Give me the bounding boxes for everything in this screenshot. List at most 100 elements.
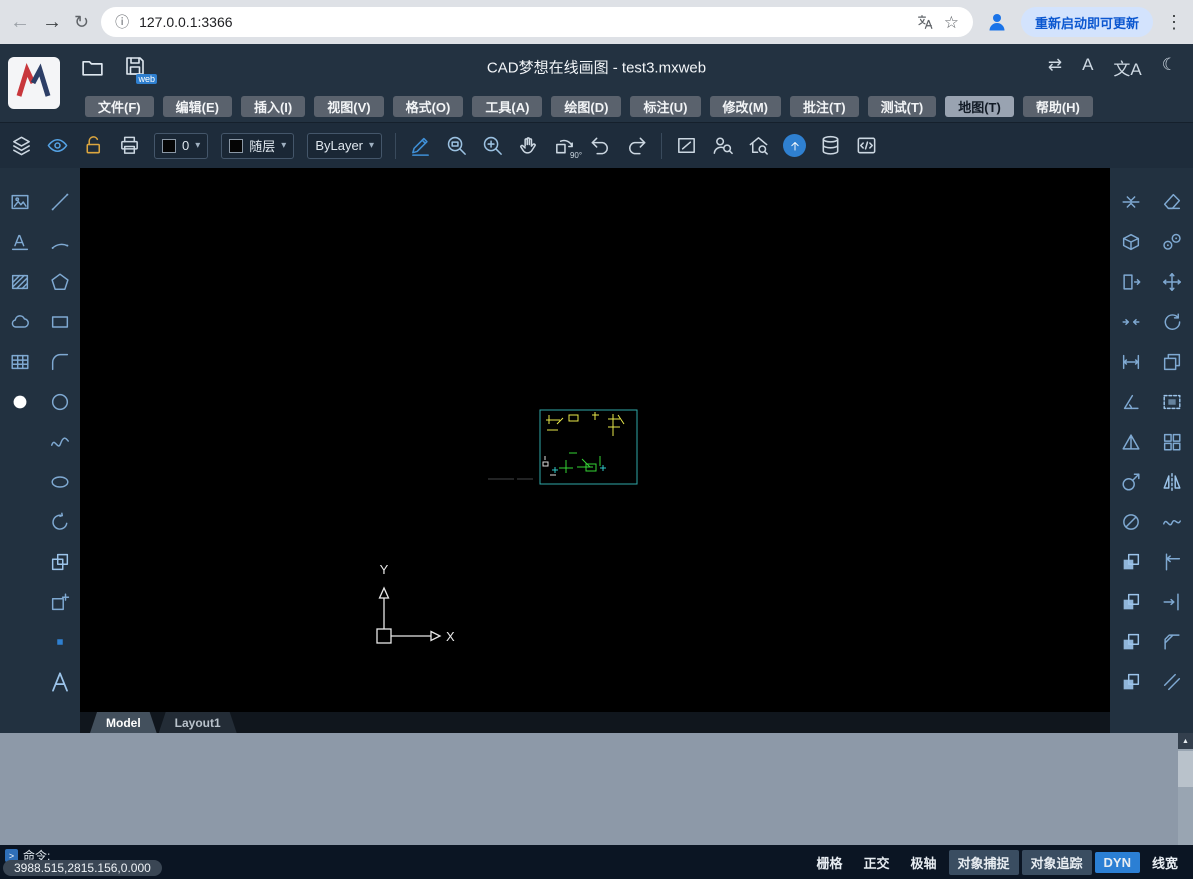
- diameter-tool[interactable]: [1115, 506, 1147, 538]
- text-style-tool[interactable]: [4, 226, 36, 258]
- scroll-up-icon[interactable]: ▲: [1178, 733, 1193, 749]
- box-3d-tool[interactable]: [1115, 226, 1147, 258]
- color-dropdown[interactable]: 随层 ▾: [221, 132, 295, 159]
- language-icon[interactable]: 文A: [1113, 55, 1141, 80]
- zoom-window-icon[interactable]: [445, 134, 468, 157]
- zoom-extents-icon[interactable]: [481, 134, 504, 157]
- back-icon[interactable]: ←: [10, 12, 30, 32]
- copy-tool[interactable]: [1156, 346, 1188, 378]
- user-search-icon[interactable]: [711, 134, 734, 157]
- move-tool[interactable]: [1156, 266, 1188, 298]
- menu-format[interactable]: 格式(O): [392, 95, 464, 117]
- open-file-icon[interactable]: [80, 55, 105, 80]
- layer-paste-tool[interactable]: [1115, 626, 1147, 658]
- insert-image-tool[interactable]: [4, 186, 36, 218]
- align-tool[interactable]: [1115, 186, 1147, 218]
- menu-help[interactable]: 帮助(H): [1022, 95, 1093, 117]
- area-tool[interactable]: [1115, 426, 1147, 458]
- menu-modify[interactable]: 修改(M): [709, 95, 781, 117]
- tab-model[interactable]: Model: [90, 712, 157, 733]
- circle-tool[interactable]: [44, 386, 76, 418]
- extend-tool[interactable]: [1156, 586, 1188, 618]
- cloud-upload-icon[interactable]: [783, 134, 807, 157]
- point-tool[interactable]: [44, 626, 76, 658]
- menu-view[interactable]: 视图(V): [314, 95, 384, 117]
- offset-tool[interactable]: [1156, 666, 1188, 698]
- compare-arrows-icon[interactable]: ⇄: [1048, 55, 1062, 80]
- print-icon[interactable]: [118, 134, 141, 157]
- table-tool[interactable]: [4, 346, 36, 378]
- layer-move-tool[interactable]: [1115, 586, 1147, 618]
- home-view-icon[interactable]: [747, 134, 770, 157]
- divide-tool[interactable]: [1156, 226, 1188, 258]
- chamfer-tool[interactable]: [1156, 626, 1188, 658]
- measure-tool[interactable]: [1115, 346, 1147, 378]
- menu-test[interactable]: 测试(T): [867, 95, 937, 117]
- arc-arrow-tool[interactable]: [44, 506, 76, 538]
- redo-icon[interactable]: [625, 134, 648, 157]
- history-scrollbar[interactable]: ▲: [1178, 733, 1193, 845]
- lock-icon[interactable]: [82, 134, 105, 157]
- dark-mode-icon[interactable]: ☾: [1162, 55, 1177, 80]
- menu-edit[interactable]: 编辑(E): [162, 95, 232, 117]
- layer-visibility-icon[interactable]: [46, 134, 69, 157]
- rotate-tool[interactable]: [1156, 306, 1188, 338]
- forward-icon[interactable]: →: [42, 12, 62, 32]
- line-tool[interactable]: [44, 186, 76, 218]
- rotate-90-button[interactable]: 90°: [553, 134, 582, 160]
- linetype-dropdown[interactable]: ByLayer ▾: [307, 132, 383, 159]
- angle-tool[interactable]: [1115, 386, 1147, 418]
- spline-tool[interactable]: [44, 426, 76, 458]
- toggle-ortho[interactable]: 正交: [854, 850, 898, 875]
- url-text[interactable]: 127.0.0.1:3366: [139, 14, 906, 30]
- break-tool[interactable]: [1115, 306, 1147, 338]
- menu-file[interactable]: 文件(F): [85, 95, 154, 117]
- trim-tool[interactable]: [1156, 546, 1188, 578]
- insert-block-tool[interactable]: [44, 546, 76, 578]
- undo-icon[interactable]: [589, 134, 612, 157]
- menu-dimension[interactable]: 标注(U): [630, 95, 701, 117]
- point-style-tool[interactable]: [4, 386, 36, 418]
- toggle-lineweight[interactable]: 线宽: [1143, 850, 1187, 875]
- layer-copy-tool[interactable]: [1115, 546, 1147, 578]
- toggle-grid[interactable]: 栅格: [807, 850, 851, 875]
- mirror-tool[interactable]: [1156, 466, 1188, 498]
- toggle-dyn[interactable]: DYN: [1094, 852, 1140, 873]
- profile-avatar[interactable]: [985, 10, 1009, 34]
- scrollbar-thumb[interactable]: [1178, 751, 1193, 787]
- select-window-tool[interactable]: [1156, 386, 1188, 418]
- text-tool[interactable]: [44, 666, 76, 698]
- rectangle-tool[interactable]: [44, 306, 76, 338]
- translate-icon[interactable]: [916, 13, 934, 31]
- scale-tool[interactable]: [1115, 466, 1147, 498]
- tab-layout1[interactable]: Layout1: [159, 712, 237, 733]
- bookmark-star-icon[interactable]: ☆: [944, 14, 959, 31]
- browser-menu-icon[interactable]: ⋮: [1165, 13, 1183, 31]
- script-icon[interactable]: [855, 134, 878, 157]
- command-history[interactable]: ▲: [0, 733, 1193, 845]
- menu-insert[interactable]: 插入(I): [240, 95, 306, 117]
- viewport-icon[interactable]: [675, 134, 698, 157]
- browser-update-button[interactable]: 重新启动即可更新: [1020, 7, 1153, 37]
- sketch-pencil-icon[interactable]: [409, 134, 432, 157]
- layers-icon[interactable]: [10, 134, 33, 157]
- drawing-canvas[interactable]: Y X Model Layout1: [80, 168, 1110, 733]
- toggle-osnap[interactable]: 对象捕捉: [948, 850, 1019, 875]
- create-block-tool[interactable]: [44, 586, 76, 618]
- polygon-tool[interactable]: [44, 266, 76, 298]
- menu-map[interactable]: 地图(T): [945, 95, 1014, 117]
- menu-annotate[interactable]: 批注(T): [790, 95, 859, 117]
- fillet-tool[interactable]: [44, 346, 76, 378]
- revision-cloud-tool[interactable]: [4, 306, 36, 338]
- save-web-icon[interactable]: web: [123, 54, 157, 84]
- menu-draw[interactable]: 绘图(D): [551, 95, 622, 117]
- site-info-icon[interactable]: ⓘ: [115, 15, 129, 29]
- pan-icon[interactable]: [517, 134, 540, 157]
- ellipse-tool[interactable]: [44, 466, 76, 498]
- layer-merge-tool[interactable]: [1115, 666, 1147, 698]
- array-tool[interactable]: [1156, 426, 1188, 458]
- text-recognition-icon[interactable]: A: [1082, 55, 1093, 80]
- database-icon[interactable]: [819, 134, 842, 157]
- reload-icon[interactable]: ↻: [74, 13, 89, 31]
- menu-tools[interactable]: 工具(A): [472, 95, 543, 117]
